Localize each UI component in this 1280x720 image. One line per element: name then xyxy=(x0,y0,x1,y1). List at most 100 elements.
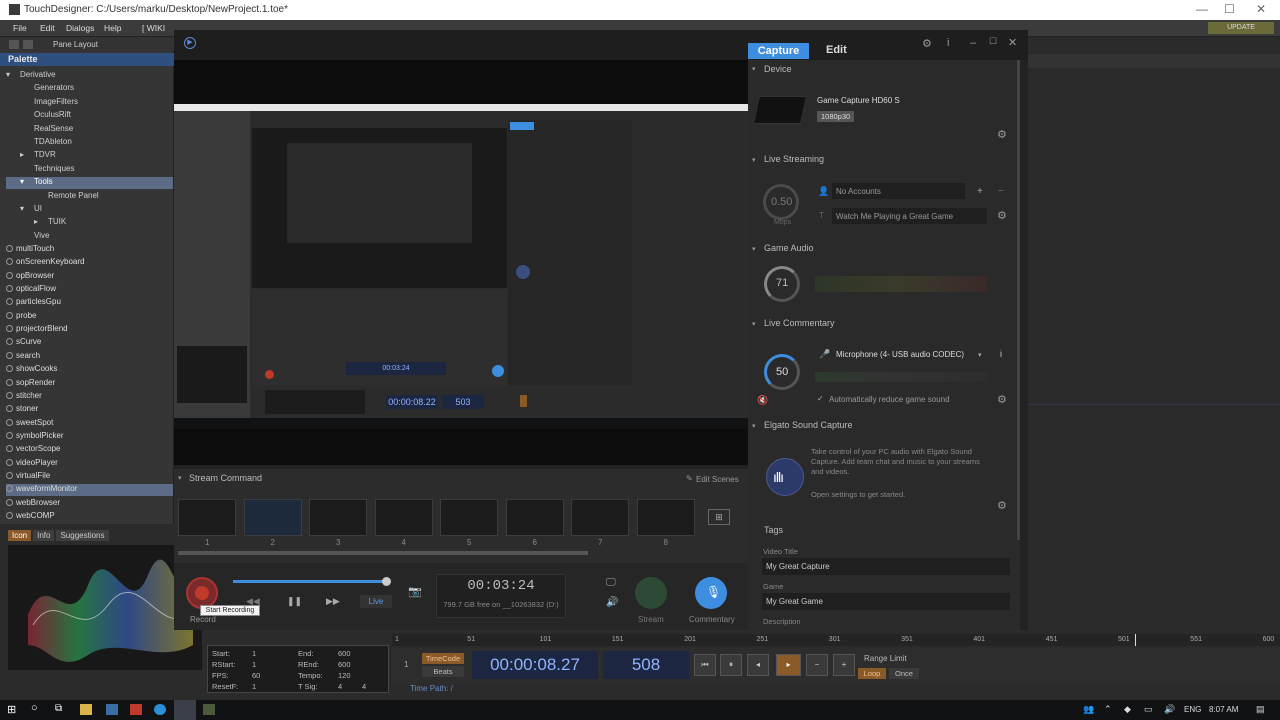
volume-icon[interactable]: 🔊 xyxy=(1164,704,1175,715)
add-scene-icon[interactable]: ⊞ xyxy=(708,509,730,525)
layout-icon[interactable] xyxy=(9,40,19,49)
rewind-button[interactable]: ⏮ xyxy=(694,654,716,676)
once-toggle[interactable]: Once xyxy=(889,668,919,679)
start-value[interactable]: 1 xyxy=(252,649,256,658)
op-item[interactable]: symbolPicker xyxy=(6,431,173,443)
menu-edit[interactable]: Edit xyxy=(40,23,55,33)
resolution-badge[interactable]: 1080p30 xyxy=(817,111,855,122)
record-progress-track[interactable] xyxy=(233,577,391,586)
tree-item-oculusrift[interactable]: OculusRift xyxy=(6,110,173,122)
split-icon[interactable] xyxy=(23,40,33,49)
rewind-icon[interactable]: ◀◀ xyxy=(246,596,260,607)
stream-title-input[interactable]: Watch Me Playing a Great Game xyxy=(832,208,987,224)
cortana-icon[interactable]: ○ xyxy=(31,702,38,714)
add-account-icon[interactable]: + xyxy=(977,186,983,197)
network-icon[interactable]: ▭ xyxy=(1144,704,1153,715)
scene-thumbnail[interactable] xyxy=(505,499,564,536)
menu-help[interactable]: Help xyxy=(104,23,121,33)
mic-select[interactable]: Microphone (4- USB audio CODEC) xyxy=(836,350,964,359)
beats-toggle[interactable]: Beats xyxy=(422,666,464,677)
scene-thumbnail[interactable] xyxy=(374,499,433,536)
tab-capture[interactable]: Capture xyxy=(748,43,809,59)
op-item[interactable]: particlesGpu xyxy=(6,297,173,309)
scene-thumbnail[interactable] xyxy=(440,499,498,536)
menu-wiki[interactable]: [ WIKI xyxy=(142,23,165,33)
timecode-toggle[interactable]: TimeCode xyxy=(422,653,464,664)
live-streaming-caret[interactable]: ▾ xyxy=(752,156,756,164)
rend-value[interactable]: 600 xyxy=(338,660,351,669)
tsig-value-b[interactable]: 4 xyxy=(362,682,366,691)
resetf-value[interactable]: 1 xyxy=(252,682,256,691)
stream-button[interactable] xyxy=(635,577,667,609)
tree-caret-icon[interactable]: ▸ xyxy=(6,217,42,226)
game-input[interactable]: My Great Game xyxy=(762,593,1010,610)
time-path[interactable]: Time Path: / xyxy=(410,684,453,693)
tree-item-techniques[interactable]: Techniques xyxy=(6,164,173,176)
tree-item-tuik[interactable]: ▸ TUIK xyxy=(6,217,173,229)
stream-command-caret[interactable]: ▾ xyxy=(178,474,182,482)
edit-scenes-link[interactable]: Edit Scenes xyxy=(696,475,739,484)
panel-scrollbar[interactable] xyxy=(1017,60,1020,540)
record-progress-knob[interactable] xyxy=(381,577,391,586)
device-settings-icon[interactable]: ⚙ xyxy=(997,128,1007,141)
pause-icon[interactable]: ❚❚ xyxy=(287,596,302,607)
tree-item-tools[interactable]: ▾ Tools xyxy=(6,177,173,190)
plus-button[interactable]: + xyxy=(833,654,855,676)
game-audio-caret[interactable]: ▾ xyxy=(752,245,756,253)
timecode-display[interactable]: 00:00:08.27 xyxy=(472,651,598,679)
op-item[interactable]: probe xyxy=(6,311,173,323)
network-editor[interactable] xyxy=(1028,52,1280,632)
mute-mic-icon[interactable]: 🔇 xyxy=(757,395,768,406)
sound-capture-caret[interactable]: ▾ xyxy=(752,422,756,430)
sound-capture-link[interactable]: Open settings to get started. xyxy=(811,490,905,499)
elgato-play-icon[interactable]: ▶ xyxy=(184,37,196,49)
op-item[interactable]: projectorBlend xyxy=(6,324,173,336)
fast-forward-icon[interactable]: ▶▶ xyxy=(326,596,340,607)
tab-info[interactable]: Info xyxy=(33,530,55,541)
tree-item-vive[interactable]: Vive xyxy=(6,231,173,243)
minus-button[interactable]: − xyxy=(806,654,828,676)
maximize-window-icon[interactable]: ☐ xyxy=(989,36,997,47)
close-window-icon[interactable]: ✕ xyxy=(1008,36,1017,49)
mic-info-icon[interactable]: i xyxy=(1000,349,1002,359)
op-item[interactable]: sCurve xyxy=(6,337,173,349)
dropbox-icon[interactable]: ◆ xyxy=(1124,704,1131,715)
op-item[interactable]: stitcher xyxy=(6,391,173,403)
language-indicator[interactable]: ENG xyxy=(1184,705,1201,714)
windows-start-icon[interactable]: ⊞ xyxy=(7,703,16,716)
tree-caret-icon[interactable]: ▸ xyxy=(6,150,28,159)
op-item[interactable]: stoner xyxy=(6,404,173,416)
pause-button[interactable]: ⏸ xyxy=(720,654,742,676)
vivaldi-icon[interactable] xyxy=(130,704,142,715)
elgato-taskbar-icon[interactable] xyxy=(174,700,196,720)
op-item[interactable]: multiTouch xyxy=(6,244,173,256)
scene-thumbnail[interactable] xyxy=(309,499,367,536)
loop-toggle[interactable]: Loop xyxy=(858,668,886,679)
scene-thumbnail[interactable] xyxy=(571,499,629,536)
mic-dropdown-icon[interactable]: ▾ xyxy=(978,351,982,359)
accounts-select[interactable]: No Accounts xyxy=(832,183,965,199)
tree-item-imagefilters[interactable]: ImageFilters xyxy=(6,97,173,109)
playhead[interactable] xyxy=(1135,634,1136,646)
commentary-settings-icon[interactable]: ⚙ xyxy=(997,393,1007,406)
tree-item-realsense[interactable]: RealSense xyxy=(6,124,173,136)
clock[interactable]: 8:07 AM xyxy=(1209,705,1238,714)
pane-layout-label[interactable]: Pane Layout xyxy=(53,40,98,49)
scene-thumbnail[interactable] xyxy=(178,499,236,536)
live-commentary-caret[interactable]: ▾ xyxy=(752,320,756,328)
info-icon[interactable]: i xyxy=(947,37,949,49)
scene-thumbnail[interactable] xyxy=(243,499,302,536)
op-item[interactable]: sopRender xyxy=(6,378,173,390)
maximize-icon[interactable]: ☐ xyxy=(1224,2,1235,16)
tree-caret-icon[interactable]: ▾ xyxy=(6,204,28,213)
tsig-value-a[interactable]: 4 xyxy=(338,682,342,691)
device-caret[interactable]: ▾ xyxy=(752,65,756,73)
fps-value[interactable]: 60 xyxy=(252,671,260,680)
op-item[interactable]: search xyxy=(6,351,173,363)
tree-item-tdableton[interactable]: TDAbleton xyxy=(6,137,173,149)
op-item[interactable]: webCOMP xyxy=(6,511,173,523)
frame-display[interactable]: 508 xyxy=(603,651,689,679)
file-explorer-icon[interactable] xyxy=(80,704,92,715)
streaming-settings-icon[interactable]: ⚙ xyxy=(997,209,1007,222)
tree-item-derivative[interactable]: ▾ Derivative xyxy=(6,70,173,82)
